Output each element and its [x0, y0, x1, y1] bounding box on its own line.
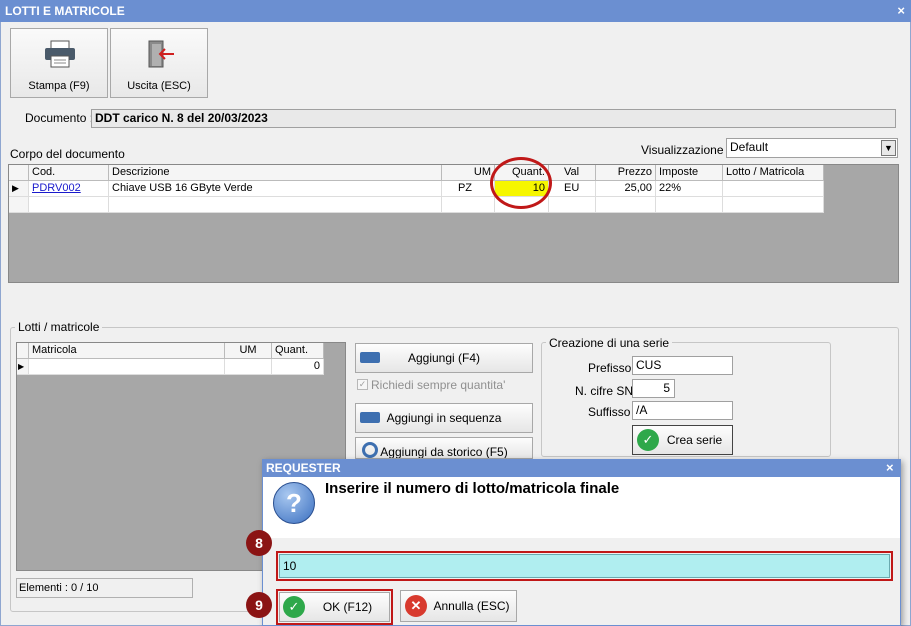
empty-cell[interactable] — [29, 197, 109, 213]
column-header-descrizione: Descrizione — [109, 165, 442, 181]
view-select[interactable]: Default ▼ — [726, 138, 898, 158]
empty-cell[interactable] — [442, 197, 495, 213]
cell-imposte[interactable]: 22% — [656, 181, 723, 197]
cancel-button[interactable]: ✕ Annulla (ESC) — [400, 590, 517, 622]
add-sequence-icon — [360, 412, 380, 423]
body-section-label: Corpo del documento — [10, 147, 125, 161]
document-label: Documento : — [25, 111, 94, 125]
create-series-label: Crea serie — [666, 433, 723, 447]
exit-label: Uscita (ESC) — [127, 80, 191, 92]
row-indicator-icon: ▶ — [9, 181, 29, 197]
digits-input[interactable]: 5 — [632, 379, 675, 398]
add-history-label: Aggiungi da storico (F5) — [380, 445, 508, 459]
history-icon — [362, 442, 378, 458]
add-sequence-button[interactable]: Aggiungi in sequenza — [355, 403, 533, 433]
elements-counter: Elementi : 0 / 10 — [16, 578, 193, 598]
cell-val[interactable]: EU — [549, 181, 596, 197]
question-icon: ? — [273, 482, 315, 524]
prefix-label: Prefisso — [588, 361, 632, 375]
lots-cell-um[interactable] — [225, 359, 272, 375]
add-button[interactable]: Aggiungi (F4) — [355, 343, 533, 373]
chevron-down-icon[interactable]: ▼ — [881, 140, 896, 156]
column-header-val: Val — [549, 165, 596, 181]
check-icon: ✓ — [637, 429, 659, 451]
step-9-badge: 9 — [246, 592, 272, 618]
cell-descrizione[interactable]: Chiave USB 16 GByte Verde — [109, 181, 442, 197]
window-title: LOTTI E MATRICOLE — [0, 0, 911, 22]
quantity-highlight-circle — [490, 157, 552, 209]
column-header-lotto: Lotto / Matricola — [723, 165, 824, 181]
always-qty-checkbox[interactable]: ✓ — [357, 379, 368, 390]
print-button[interactable]: Stampa (F9) — [10, 28, 108, 98]
view-select-value: Default — [730, 140, 769, 154]
lots-row-indicator-icon: ▶ — [17, 359, 29, 375]
close-icon[interactable]: × — [897, 0, 905, 22]
check-icon: ✓ — [283, 596, 305, 618]
empty-cell[interactable] — [596, 197, 656, 213]
lots-column-header-quant: Quant. — [272, 343, 324, 359]
lots-group-label: Lotti / matricole — [15, 320, 103, 334]
lot-number-input[interactable]: 10 — [279, 554, 890, 578]
requester-title: REQUESTER — [263, 459, 900, 477]
always-qty-label: Richiedi sempre quantita' — [371, 378, 506, 392]
document-field: DDT carico N. 8 del 20/03/2023 — [91, 109, 896, 128]
row-indicator-header — [9, 165, 29, 181]
exit-door-icon — [148, 40, 174, 68]
cell-um[interactable]: PZ — [442, 181, 495, 197]
series-group-label: Creazione di una serie — [546, 336, 673, 350]
suffix-input[interactable]: /A — [632, 401, 733, 420]
cancel-label: Annulla (ESC) — [433, 599, 510, 613]
add-history-button[interactable]: Aggiungi da storico (F5) — [355, 437, 533, 459]
lots-row-indicator-header — [17, 343, 29, 359]
column-header-prezzo: Prezzo — [596, 165, 656, 181]
suffix-label: Suffisso — [588, 405, 631, 419]
lots-column-header-um: UM — [225, 343, 272, 359]
lots-cell-matricola[interactable] — [29, 359, 225, 375]
column-header-imposte: Imposte — [656, 165, 723, 181]
ok-button[interactable]: ✓ OK (F12) — [279, 592, 390, 622]
empty-cell[interactable] — [656, 197, 723, 213]
cancel-x-icon: ✕ — [405, 595, 427, 617]
view-label: Visualizzazione : — [641, 143, 731, 157]
add-row-icon — [360, 352, 380, 363]
column-header-cod: Cod. — [29, 165, 109, 181]
empty-row-indicator — [9, 197, 29, 213]
empty-cell[interactable] — [723, 197, 824, 213]
lots-column-header-matricola: Matricola — [29, 343, 225, 359]
printer-icon — [45, 40, 75, 68]
ok-label: OK (F12) — [322, 600, 373, 614]
print-label: Stampa (F9) — [28, 80, 90, 92]
exit-button[interactable]: Uscita (ESC) — [110, 28, 208, 98]
step-8-badge: 8 — [246, 530, 272, 556]
empty-cell[interactable] — [109, 197, 442, 213]
add-sequence-label: Aggiungi in sequenza — [386, 411, 502, 425]
cell-cod-link[interactable]: PDRV002 — [29, 181, 109, 197]
lots-cell-quant[interactable]: 0 — [272, 359, 324, 375]
digits-label: N. cifre SN — [575, 384, 634, 398]
requester-close-icon[interactable]: × — [886, 459, 894, 477]
add-button-label: Aggiungi (F4) — [407, 351, 481, 365]
empty-cell[interactable] — [549, 197, 596, 213]
prefix-input[interactable]: CUS — [632, 356, 733, 375]
cell-lotto[interactable] — [723, 181, 824, 197]
column-header-um: UM — [442, 165, 495, 181]
cell-prezzo[interactable]: 25,00 — [596, 181, 656, 197]
requester-prompt: Inserire il numero di lotto/matricola fi… — [325, 480, 620, 497]
create-series-button[interactable]: ✓ Crea serie — [632, 425, 733, 455]
